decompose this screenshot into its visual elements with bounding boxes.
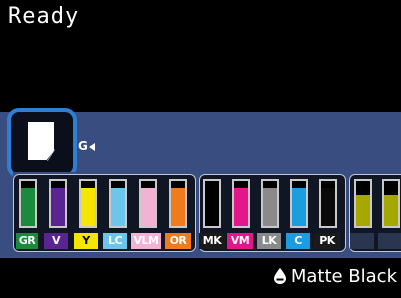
ink-level-fill — [205, 187, 219, 226]
ink-tank-c — [290, 179, 308, 228]
ink-tank-extra-12 — [382, 179, 400, 228]
ink-panel: GR V Y LC VLM OR MK VM LK C PK — [13, 172, 401, 256]
footer-bar: Matte Black — [0, 258, 401, 298]
status-text: Ready — [8, 4, 80, 29]
ink-label-mk: MK — [199, 233, 225, 249]
printer-control-panel: Ready G GR V Y LC VLM OR MK VM LK C PK Matte Black — [0, 0, 401, 298]
ink-label-or: OR — [165, 233, 191, 249]
feed-label: G — [78, 139, 88, 153]
active-ink: Matte Black — [273, 266, 397, 287]
ink-level-fill — [171, 187, 185, 226]
ink-level-fill — [384, 194, 398, 226]
ink-label-extra-12 — [378, 233, 401, 249]
ink-label-lc: LC — [103, 233, 127, 249]
ink-tank-lk — [261, 179, 279, 228]
ink-level-fill — [141, 187, 155, 226]
ink-tank-v — [49, 179, 67, 228]
paper-source-button[interactable] — [7, 108, 77, 178]
ink-label-lk: LK — [257, 233, 281, 249]
ink-level-fill — [51, 187, 65, 226]
ink-label-vlm: VLM — [131, 233, 161, 249]
ink-tank-vm — [232, 179, 250, 228]
ink-label-y: Y — [74, 233, 98, 249]
paper-feed-indicator: G — [78, 139, 95, 157]
ink-label-pk: PK — [314, 233, 340, 249]
ink-level-fill — [234, 187, 248, 226]
ink-drop-icon — [273, 268, 286, 284]
feed-arrow-icon — [88, 142, 95, 151]
ink-level-fill — [292, 187, 306, 226]
ink-level-fill — [321, 187, 335, 226]
ink-label-c: C — [286, 233, 310, 249]
ink-tank-gr — [19, 179, 37, 228]
ink-tank-pk — [319, 179, 337, 228]
ink-tank-vlm — [139, 179, 157, 228]
ink-label-v: V — [44, 233, 68, 249]
ink-level-fill — [81, 187, 95, 226]
ink-tank-mk — [203, 179, 221, 228]
ink-level-fill — [21, 187, 35, 226]
ink-label-vm: VM — [227, 233, 253, 249]
ink-tank-y — [79, 179, 97, 228]
ink-label-gr: GR — [16, 233, 38, 249]
ink-level-fill — [111, 187, 125, 226]
ink-tank-or — [169, 179, 187, 228]
ink-level-fill — [356, 194, 370, 226]
paper-sheet-icon — [28, 122, 54, 160]
ink-tank-extra-11 — [354, 179, 372, 228]
active-ink-name: Matte Black — [290, 266, 397, 287]
ink-label-extra-11 — [350, 233, 374, 249]
ink-level-fill — [263, 187, 277, 226]
ink-tank-lc — [109, 179, 127, 228]
